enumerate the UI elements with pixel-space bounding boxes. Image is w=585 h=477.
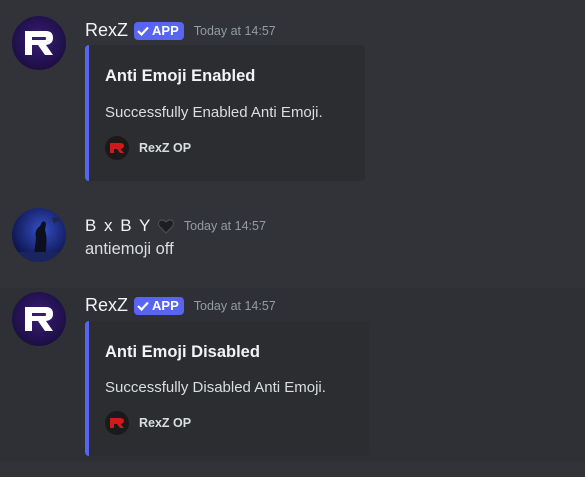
embed-footer-text: RexZ OP	[139, 141, 192, 155]
message-group-rexz-enabled: RexZ APP Today at 14:57 Anti Emoji Enabl…	[0, 0, 585, 190]
embed-description: Successfully Enabled Anti Emoji.	[105, 104, 323, 121]
avatar[interactable]	[12, 208, 66, 262]
timestamp[interactable]: Today at 14:57	[194, 299, 276, 313]
rexz-logo-icon	[25, 307, 53, 331]
message-header: RexZ APP Today at 14:57	[85, 295, 276, 316]
app-badge-label: APP	[152, 298, 179, 313]
message-group-rexz-disabled: RexZ APP Today at 14:57 Anti Emoji Disab…	[0, 288, 585, 462]
rexz-op-icon	[105, 411, 129, 435]
timestamp[interactable]: Today at 14:57	[194, 24, 276, 38]
user-avatar-image	[12, 217, 66, 262]
embed-footer: RexZ OP	[105, 411, 191, 435]
embed: Anti Emoji Disabled Successfully Disable…	[85, 321, 369, 456]
username[interactable]: B x B Y	[85, 216, 152, 236]
username[interactable]: RexZ	[85, 295, 128, 316]
embed-footer-text: RexZ OP	[139, 416, 192, 430]
embed: Anti Emoji Enabled Successfully Enabled …	[85, 45, 365, 181]
embed-title: Anti Emoji Enabled	[105, 67, 256, 85]
avatar[interactable]	[12, 16, 66, 70]
embed-description: Successfully Disabled Anti Emoji.	[105, 379, 326, 396]
app-badge: APP	[134, 296, 184, 315]
checkmark-icon	[137, 26, 149, 36]
embed-title: Anti Emoji Disabled	[105, 343, 260, 361]
timestamp[interactable]: Today at 14:57	[184, 219, 266, 233]
checkmark-icon	[137, 301, 149, 311]
embed-footer: RexZ OP	[105, 136, 191, 160]
rexz-logo-icon	[25, 31, 53, 55]
message-group-bxby: B x B Y Today at 14:57 antiemoji off	[0, 198, 585, 278]
avatar[interactable]	[12, 292, 66, 346]
chat-message-list: RexZ APP Today at 14:57 Anti Emoji Enabl…	[0, 0, 585, 477]
message-content: antiemoji off	[85, 240, 174, 258]
rexz-op-icon	[105, 136, 129, 160]
app-badge: APP	[134, 21, 184, 40]
black-heart-icon	[157, 218, 174, 234]
app-badge-label: APP	[152, 23, 179, 38]
username[interactable]: RexZ	[85, 20, 128, 41]
message-header: RexZ APP Today at 14:57	[85, 20, 276, 41]
red-logo-icon	[110, 418, 124, 428]
red-logo-icon	[110, 143, 124, 153]
message-header: B x B Y Today at 14:57	[85, 216, 266, 236]
